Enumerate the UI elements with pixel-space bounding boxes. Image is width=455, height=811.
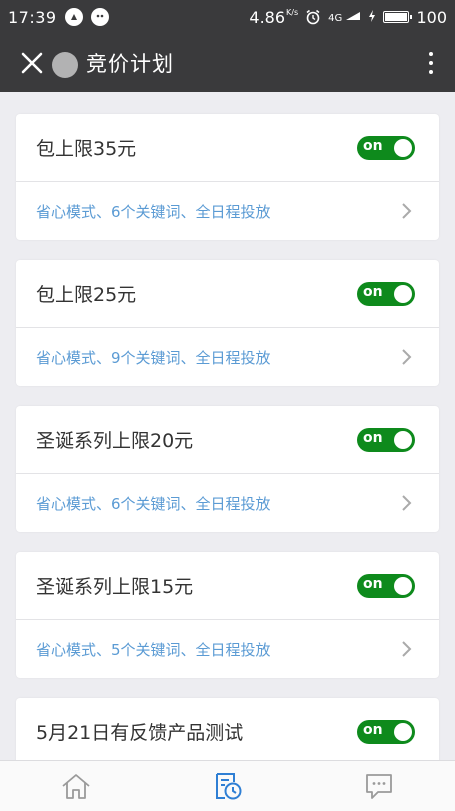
plan-toggle[interactable]: on: [357, 719, 415, 744]
chevron-right-icon: [402, 349, 412, 365]
more-dot-icon: [429, 52, 433, 56]
plan-title: 圣诞系列上限15元: [36, 576, 194, 598]
plan-title: 包上限25元: [36, 284, 137, 306]
toggle-label: on: [363, 575, 383, 592]
battery-level: 100: [416, 7, 447, 27]
plan-detail-row[interactable]: 省心模式、6个关键词、全日程投放: [16, 474, 439, 532]
plan-card-header: 包上限35元 on: [16, 114, 439, 182]
status-left: 17:39: [8, 8, 109, 27]
plan-toggle[interactable]: on: [357, 427, 415, 452]
toggle-knob: [394, 722, 412, 741]
plan-card-header: 圣诞系列上限15元 on: [16, 552, 439, 620]
plan-card[interactable]: 圣诞系列上限15元 on 省心模式、5个关键词、全日程投放: [16, 552, 439, 678]
plan-card-header: 包上限25元 on: [16, 260, 439, 328]
plan-description: 省心模式、6个关键词、全日程投放: [36, 494, 271, 513]
network-speed-unit: K/s: [286, 7, 299, 17]
chat-app-icon: [90, 8, 109, 26]
page-title: 竞价计划: [86, 52, 174, 76]
plan-toggle[interactable]: on: [357, 281, 415, 306]
toggle-knob: [394, 576, 412, 595]
signal-label: 4G: [328, 12, 343, 24]
plan-card[interactable]: 包上限25元 on 省心模式、9个关键词、全日程投放: [16, 260, 439, 386]
plan-title: 5月21日有反馈产品测试: [36, 722, 244, 744]
plan-title: 圣诞系列上限20元: [36, 430, 194, 452]
plan-card[interactable]: 5月21日有反馈产品测试 on: [16, 698, 439, 760]
plan-list[interactable]: 包上限35元 on 省心模式、6个关键词、全日程投放 包上限25元 on 省心模…: [0, 92, 455, 760]
status-time: 17:39: [8, 7, 57, 27]
touch-indicator: [52, 52, 78, 78]
tab-messages[interactable]: [303, 761, 455, 811]
charging-icon: [368, 9, 376, 25]
toggle-label: on: [363, 429, 383, 446]
plan-card[interactable]: 圣诞系列上限20元 on 省心模式、6个关键词、全日程投放: [16, 406, 439, 532]
plan-detail-row[interactable]: 省心模式、9个关键词、全日程投放: [16, 328, 439, 386]
plan-description: 省心模式、5个关键词、全日程投放: [36, 640, 271, 659]
more-menu-button[interactable]: [421, 43, 441, 83]
chevron-right-icon: [402, 641, 412, 657]
close-button[interactable]: [8, 39, 56, 87]
toggle-label: on: [363, 137, 383, 154]
network-speed: 4.86K/s: [249, 8, 298, 27]
screen: 17:39 4.86K/s 4G 100 竞价计划 包上限35元 on 省心模式…: [0, 0, 455, 811]
plan-description: 省心模式、6个关键词、全日程投放: [36, 202, 271, 221]
plan-detail-row[interactable]: 省心模式、6个关键词、全日程投放: [16, 182, 439, 240]
toggle-knob: [394, 430, 412, 449]
plan-card[interactable]: 包上限35元 on 省心模式、6个关键词、全日程投放: [16, 114, 439, 240]
message-icon: [366, 774, 393, 799]
more-dot-icon: [429, 61, 433, 65]
home-icon: [62, 774, 90, 799]
toggle-label: on: [363, 283, 383, 300]
plan-toggle[interactable]: on: [357, 573, 415, 598]
toggle-knob: [394, 284, 412, 303]
chevron-right-icon: [402, 203, 412, 219]
status-bar: 17:39 4.86K/s 4G 100: [0, 0, 455, 34]
plan-clock-icon: [215, 773, 241, 800]
close-icon: [21, 52, 43, 74]
plan-title: 包上限35元: [36, 138, 137, 160]
more-dot-icon: [429, 70, 433, 74]
status-right: 4.86K/s 4G 100: [249, 8, 447, 27]
toggle-label: on: [363, 721, 383, 738]
plan-card-header: 圣诞系列上限20元 on: [16, 406, 439, 474]
tab-plans[interactable]: [152, 761, 304, 811]
battery-icon: [383, 11, 413, 23]
plan-description: 省心模式、9个关键词、全日程投放: [36, 348, 271, 367]
bottom-tab-bar: [0, 760, 455, 811]
plan-toggle[interactable]: on: [357, 135, 415, 160]
nav-bar: 竞价计划: [0, 34, 455, 92]
notification-app-icon: [64, 8, 83, 26]
tab-home[interactable]: [0, 761, 152, 811]
plan-card-header: 5月21日有反馈产品测试 on: [16, 698, 439, 760]
network-speed-value: 4.86: [249, 7, 286, 27]
toggle-knob: [394, 138, 412, 157]
signal-icon: 4G: [328, 11, 361, 24]
plan-detail-row[interactable]: 省心模式、5个关键词、全日程投放: [16, 620, 439, 678]
chevron-right-icon: [402, 495, 412, 511]
alarm-icon: [306, 9, 320, 25]
